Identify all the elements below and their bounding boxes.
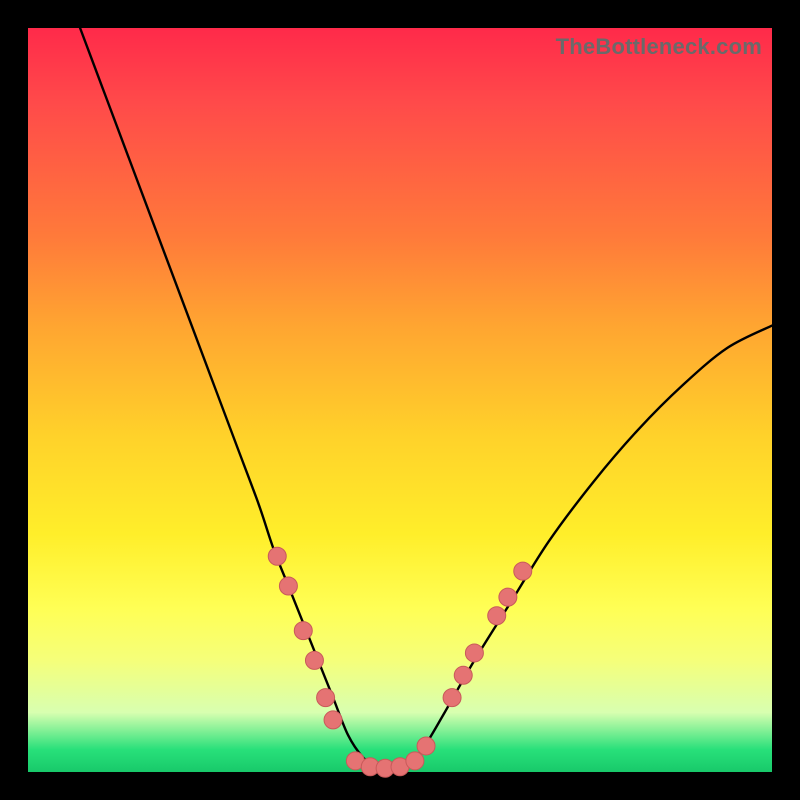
curve-line [80, 28, 772, 769]
data-marker [268, 547, 286, 565]
data-marker [443, 689, 461, 707]
chart-frame: TheBottleneck.com [0, 0, 800, 800]
data-marker [279, 577, 297, 595]
data-marker [406, 752, 424, 770]
data-marker [305, 651, 323, 669]
data-marker [499, 588, 517, 606]
data-marker [454, 666, 472, 684]
data-marker [294, 622, 312, 640]
data-marker [317, 689, 335, 707]
plot-area: TheBottleneck.com [28, 28, 772, 772]
data-marker [514, 562, 532, 580]
data-marker [465, 644, 483, 662]
data-marker [324, 711, 342, 729]
bottleneck-curve [28, 28, 772, 772]
data-marker [417, 737, 435, 755]
data-marker [488, 607, 506, 625]
